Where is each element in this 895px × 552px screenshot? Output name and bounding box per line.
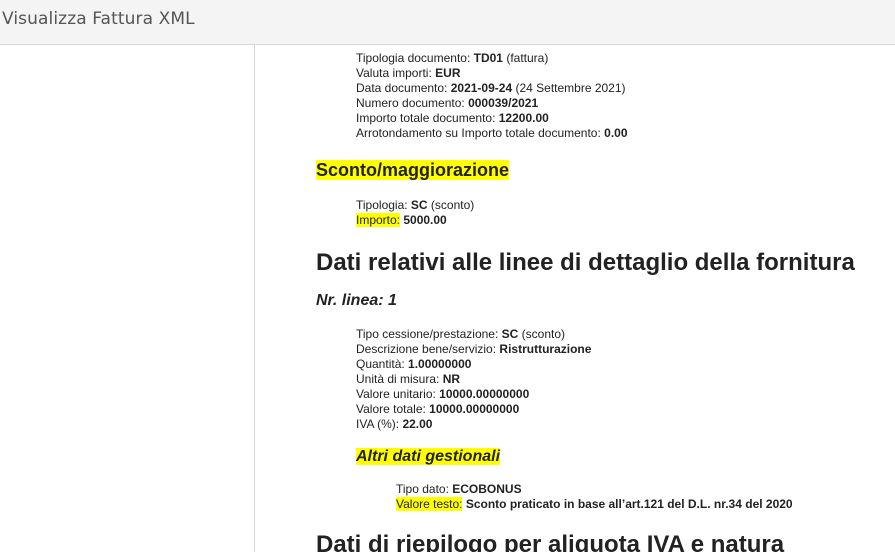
field-total-value: Valore totale: 10000.00000000 [356, 402, 520, 416]
general-data-block: Tipologia documento: TD01 (fattura) Valu… [356, 51, 628, 141]
field-document-total: Importo totale documento: 12200.00 [356, 111, 549, 125]
lines-heading: Dati relativi alle linee di dettaglio de… [316, 249, 855, 276]
field-discount-type: Tipologia: SC (sconto) [356, 198, 475, 212]
field-unit-value: Valore unitario: 10000.00000000 [356, 387, 530, 401]
window-title: Visualizza Fattura XML [2, 9, 195, 29]
line-detail-block: Tipo cessione/prestazione: SC (sconto) D… [356, 327, 591, 432]
field-currency: Valuta importi: EUR [356, 66, 461, 80]
field-discount-amount: Importo: 5000.00 [356, 213, 447, 227]
field-quantity: Quantità: 1.00000000 [356, 357, 472, 371]
invoice-document[interactable]: Tipologia documento: TD01 (fattura) Valu… [256, 45, 895, 552]
field-document-number: Numero documento: 000039/2021 [356, 96, 539, 110]
field-document-date: Data documento: 2021-09-24 (24 Settembre… [356, 81, 626, 95]
field-vat-rate: IVA (%): 22.00 [356, 417, 433, 431]
discount-block: Tipologia: SC (sconto) Importo: 5000.00 [356, 198, 474, 228]
left-pane [0, 45, 255, 552]
management-data-heading: Altri dati gestionali [356, 448, 501, 465]
line-number-heading: Nr. linea: 1 [316, 292, 397, 309]
field-text-value: Valore testo: Sconto praticato in base a… [396, 497, 793, 511]
field-document-type: Tipologia documento: TD01 (fattura) [356, 51, 549, 65]
title-bar: Visualizza Fattura XML [0, 0, 895, 45]
field-description: Descrizione bene/servizio: Ristrutturazi… [356, 342, 592, 356]
field-rounding: Arrotondamento su Importo totale documen… [356, 126, 628, 140]
field-data-type: Tipo dato: ECOBONUS [396, 482, 522, 496]
field-unit: Unità di misura: NR [356, 372, 461, 386]
management-data-block: Tipo dato: ECOBONUS Valore testo: Sconto… [396, 482, 793, 512]
field-transfer-type: Tipo cessione/prestazione: SC (sconto) [356, 327, 565, 341]
discount-heading: Sconto/maggiorazione [316, 160, 510, 180]
summary-heading: Dati di riepilogo per aliquota IVA e nat… [316, 531, 785, 552]
